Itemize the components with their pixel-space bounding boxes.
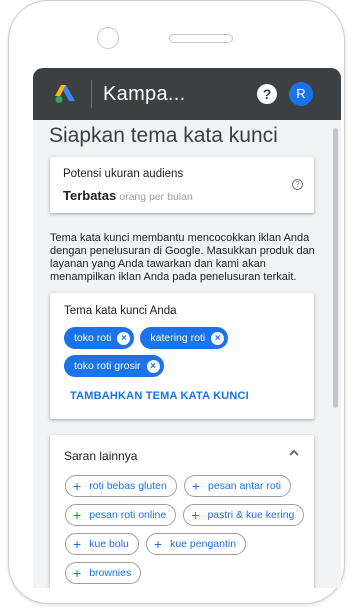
page-title: Siapkan tema kata kunci (49, 124, 278, 147)
suggestion-chip-label: pesan antar roti (208, 480, 281, 492)
app-screen: Kampa... ? R Siapkan tema kata kunci Pot… (33, 68, 341, 588)
audience-size-label: Potensi ukuran audiens (63, 168, 184, 180)
description-text: Tema kata kunci membantu mencocokkan ikl… (50, 232, 315, 283)
suggestion-chip[interactable]: + kue pengantin (145, 533, 247, 555)
suggestion-chip[interactable]: + pesan roti online (65, 504, 177, 526)
keyword-chip-list: toko roti × katering roti × toko roti gr… (64, 327, 304, 377)
speaker-grille (169, 34, 233, 43)
remove-chip-icon[interactable]: × (211, 331, 225, 345)
keyword-themes-title: Tema kata kunci Anda (64, 305, 177, 317)
suggestions-card: Saran lainnya + roti bebas gluten + pesa… (50, 435, 314, 588)
suggestion-chip-label: pesan roti online (89, 509, 167, 521)
keyword-chip-label: toko roti (74, 332, 112, 344)
plus-icon: + (191, 507, 200, 523)
keyword-chip-label: toko roti grosir (74, 360, 141, 372)
add-keyword-theme-button[interactable]: TAMBAHKAN TEMA KATA KUNCI (70, 390, 249, 402)
avatar[interactable]: R (289, 82, 313, 106)
suggestion-chip-label: pastri & kue kering (207, 509, 295, 521)
suggestion-chip-label: kue bolu (89, 538, 129, 550)
google-ads-logo-icon (55, 85, 75, 103)
suggestion-chip[interactable]: + pastri & kue kering (183, 504, 305, 526)
keyword-chip[interactable]: katering roti × (140, 327, 229, 349)
suggestion-chip-list: + roti bebas gluten + pesan antar roti +… (65, 475, 305, 584)
help-icon[interactable]: ? (257, 84, 277, 104)
suggestions-title: Saran lainnya (64, 449, 138, 463)
plus-icon: + (73, 507, 82, 523)
keyword-themes-card: Tema kata kunci Anda toko roti × katerin… (50, 293, 314, 419)
camera-icon (97, 27, 119, 49)
suggestion-chip-label: brownies (89, 567, 132, 579)
app-bar-divider (91, 80, 92, 108)
info-help-icon[interactable]: ? (292, 179, 303, 190)
app-bar: Kampa... ? R (33, 68, 341, 120)
app-title: Kampa... (103, 83, 186, 105)
keyword-chip-label: katering roti (150, 332, 206, 344)
audience-unit: orang per bulan (119, 191, 193, 203)
plus-icon: + (153, 536, 163, 552)
plus-icon: + (191, 478, 201, 494)
suggestion-chip[interactable]: + roti bebas gluten (65, 475, 177, 497)
audience-size-card: Potensi ukuran audiens Terbatas orang per… (50, 157, 314, 213)
remove-chip-icon[interactable]: × (146, 359, 160, 373)
plus-icon: + (73, 565, 82, 581)
keyword-chip[interactable]: toko roti × (64, 327, 135, 349)
audience-value-text: Terbatas (63, 188, 117, 203)
suggestion-chip[interactable]: + pesan antar roti (183, 475, 291, 497)
suggestion-chip[interactable]: + kue bolu (65, 533, 139, 555)
audience-size-value: Terbatas orang per bulan (63, 188, 193, 203)
plus-icon: + (73, 478, 82, 494)
suggestion-chip-label: kue pengantin (170, 538, 237, 550)
plus-icon: + (73, 536, 82, 552)
keyword-chip[interactable]: toko roti grosir × (64, 355, 164, 377)
scrollbar[interactable] (333, 128, 338, 408)
remove-chip-icon[interactable]: × (117, 331, 131, 345)
suggestion-chip-label: roti bebas gluten (89, 480, 167, 492)
chevron-up-icon[interactable] (288, 447, 300, 459)
suggestion-chip[interactable]: + brownies (65, 562, 142, 584)
